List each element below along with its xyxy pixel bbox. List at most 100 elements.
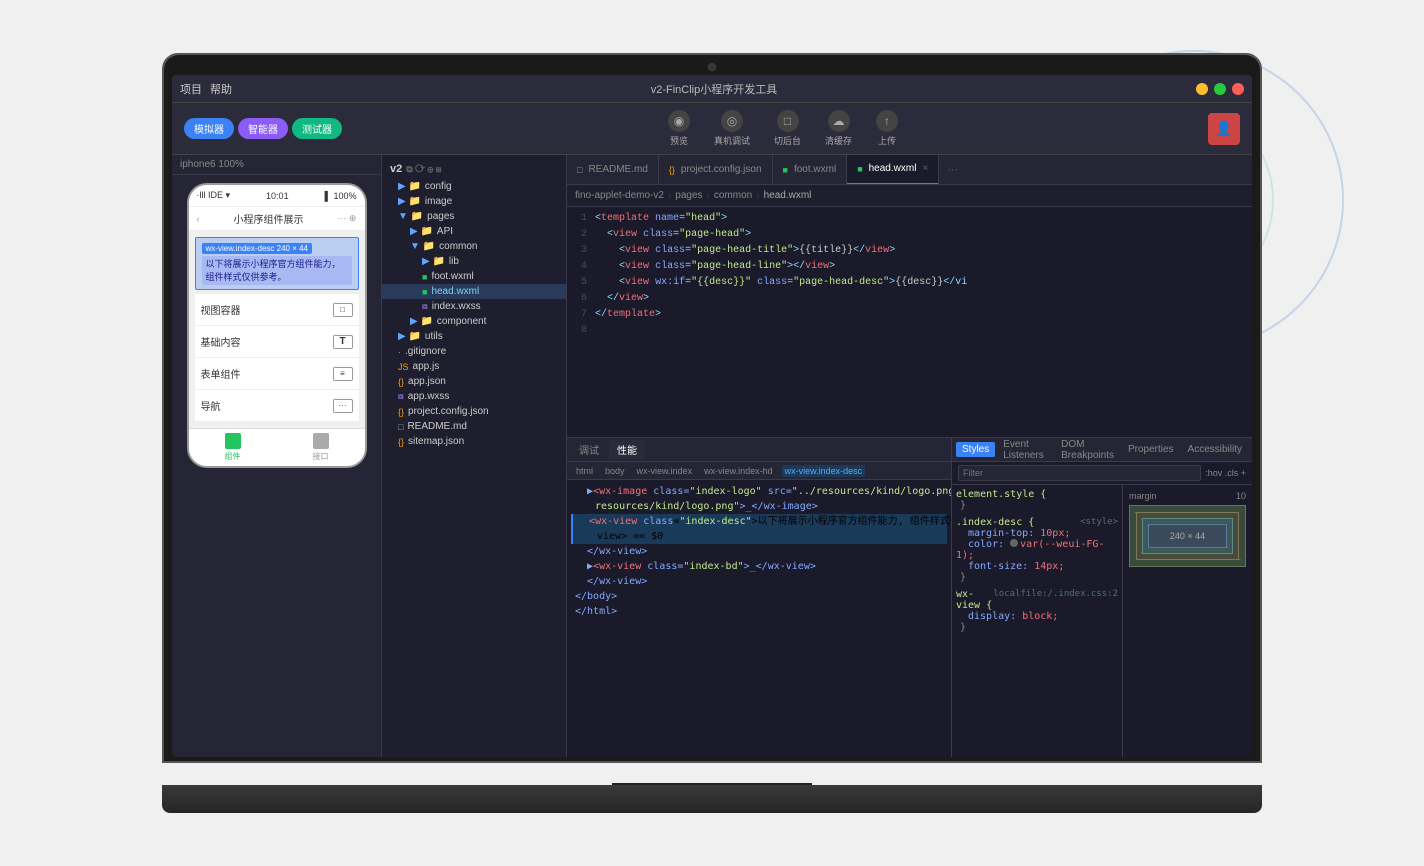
line-content-1: <template name="head"> — [595, 211, 727, 227]
toolbar-background[interactable]: □ 切后台 — [766, 106, 809, 151]
tree-readme[interactable]: □ README.md — [382, 419, 566, 434]
box-content-area: 240 × 44 — [1148, 524, 1227, 548]
mode-smart[interactable]: 智能器 — [238, 118, 288, 139]
html-line-3: <wx-view class="index-desc">以下将展示小程序官方组件… — [571, 514, 947, 529]
laptop-base — [162, 785, 1262, 813]
tree-component[interactable]: ▶ 📁 component — [382, 314, 566, 329]
list-item-4[interactable]: 导航 ··· — [195, 390, 359, 422]
webcam — [708, 63, 716, 71]
phone-tabs: 组件 接口 — [189, 428, 365, 466]
tab-readme[interactable]: □ README.md — [567, 155, 659, 185]
styles-tab-accessibility[interactable]: Accessibility — [1182, 442, 1248, 457]
style-rule-header: .index-desc { <style> — [956, 517, 1118, 528]
style-selector-wx-view: wx-view { — [956, 589, 993, 611]
tree-gitignore[interactable]: · .gitignore — [382, 344, 566, 359]
tree-pages[interactable]: ▼ 📁 pages — [382, 209, 566, 224]
tab-more[interactable]: ··· — [939, 164, 966, 176]
toolbar-upload[interactable]: ↑ 上传 — [868, 106, 906, 151]
code-editor[interactable]: 1 <template name="head"> 2 <view class="… — [567, 207, 1252, 437]
toolbar-preview[interactable]: ◉ 预览 — [660, 106, 698, 151]
window-close[interactable] — [1232, 83, 1244, 95]
path-html[interactable]: html — [573, 465, 596, 477]
tab-project-config[interactable]: {} project.config.json — [659, 155, 773, 185]
folder-icon-api: ▶ 📁 — [410, 226, 433, 237]
line-num-5: 5 — [567, 275, 595, 291]
breadcrumb-sep-1: › — [668, 190, 671, 201]
styles-tab-properties[interactable]: Properties — [1122, 442, 1180, 457]
wxss-icon-index: ⧇ — [422, 301, 428, 312]
tree-api[interactable]: ▶ 📁 API — [382, 224, 566, 239]
devtools-styles: Styles Event Listeners DOM Breakpoints P… — [952, 438, 1252, 757]
tree-app-wxss[interactable]: ⧇ app.wxss — [382, 389, 566, 404]
tree-sitemap[interactable]: {} sitemap.json — [382, 434, 566, 449]
list-item-1[interactable]: 视图容器 □ — [195, 294, 359, 326]
prop-display: display: — [956, 611, 1016, 622]
path-body[interactable]: body — [602, 465, 628, 477]
dt-tab-elements[interactable]: 调试 — [571, 440, 607, 459]
editor-area: □ README.md {} project.config.json ■ foo… — [567, 155, 1252, 757]
toolbar-clear-cache[interactable]: ☁ 清缓存 — [817, 106, 860, 151]
tree-utils[interactable]: ▶ 📁 utils — [382, 329, 566, 344]
list-item-label-2: 基础内容 — [201, 334, 241, 349]
tree-component-label: component — [437, 316, 486, 327]
style-prop-display: display: block; — [956, 611, 1118, 622]
list-item-2[interactable]: 基础内容 T — [195, 326, 359, 358]
phone-actions: ··· ⊕ — [337, 213, 356, 224]
tab-head-wxml[interactable]: ■ head.wxml × — [847, 155, 939, 185]
folder-icon-lib: ▶ 📁 — [422, 256, 445, 267]
tree-lib[interactable]: ▶ 📁 lib — [382, 254, 566, 269]
line-num-1: 1 — [567, 211, 595, 227]
padding-bottom-label: - — [1225, 542, 1228, 551]
tree-sitemap-label: sitemap.json — [408, 436, 464, 447]
box-border-outer: - - 240 × 44 - - — [1136, 512, 1239, 560]
path-wx-view-hd[interactable]: wx-view.index-hd — [701, 465, 776, 477]
window-minimize[interactable] — [1196, 83, 1208, 95]
mode-simulator[interactable]: 模拟器 — [184, 118, 234, 139]
tree-app-js[interactable]: JS app.js — [382, 359, 566, 374]
menu-project[interactable]: 项目 — [180, 81, 202, 97]
style-rule-element: element.style { } — [956, 489, 1118, 511]
menu-help[interactable]: 帮助 — [210, 81, 232, 97]
file-tree-root: v2 — [390, 163, 402, 175]
tree-app-json[interactable]: {} app.json — [382, 374, 566, 389]
devtools-content: ▶<wx-image class="index-logo" src="../re… — [567, 480, 951, 757]
path-wx-view-index[interactable]: wx-view.index — [634, 465, 696, 477]
style-source-localfile[interactable]: localfile:/.index.css:2 — [993, 589, 1118, 611]
box-model: margin 10 - - - — [1122, 485, 1252, 757]
style-rule-wx-view: wx-view { localfile:/.index.css:2 displa… — [956, 589, 1118, 633]
toolbar-device-debug[interactable]: ◎ 真机调试 — [706, 106, 758, 151]
user-avatar[interactable]: 👤 — [1208, 113, 1240, 145]
styles-tab-styles[interactable]: Styles — [956, 442, 995, 457]
code-line-5: 5 <view wx:if="{{desc}}" class="page-hea… — [567, 275, 1252, 291]
battery-indicator: ▌ 100% — [325, 191, 357, 201]
mode-test[interactable]: 测试器 — [292, 118, 342, 139]
dt-tab-inspect[interactable]: 性能 — [609, 440, 645, 459]
tree-foot-wxml[interactable]: ■ foot.wxml — [382, 269, 566, 284]
phone-content: wx-view.index-desc 240 × 44 以下将展示小程序官方组件… — [189, 231, 365, 428]
phone-tab-interface[interactable]: 接口 — [277, 433, 365, 462]
styles-filter-input[interactable] — [958, 465, 1201, 481]
pseudo-class-toggle[interactable]: :hov .cls + — [1205, 468, 1246, 478]
margin-value: 10 — [1236, 491, 1246, 501]
phone-tab-components[interactable]: 组件 — [189, 433, 277, 462]
path-wx-view-desc[interactable]: wx-view.index-desc — [782, 465, 866, 477]
tree-image[interactable]: ▶ 📁 image — [382, 194, 566, 209]
list-item-3[interactable]: 表单组件 ≡ — [195, 358, 359, 390]
phone-title-bar: ‹ 小程序组件展示 ··· ⊕ — [189, 207, 365, 231]
window-maximize[interactable] — [1214, 83, 1226, 95]
code-line-4: 4 <view class="page-head-line"></view> — [567, 259, 1252, 275]
tree-head-wxml[interactable]: ■ head.wxml — [382, 284, 566, 299]
tree-project-config[interactable]: {} project.config.json — [382, 404, 566, 419]
txt-icon-readme: □ — [398, 422, 403, 432]
json-icon-sitemap: {} — [398, 437, 404, 447]
styles-tab-breakpoints[interactable]: DOM Breakpoints — [1055, 437, 1120, 463]
folder-icon-image: ▶ 📁 — [398, 196, 421, 207]
tree-index-wxss[interactable]: ⧇ index.wxss — [382, 299, 566, 314]
interface-tab-label: 接口 — [313, 451, 329, 462]
tree-utils-label: utils — [425, 331, 443, 342]
tree-config[interactable]: ▶ 📁 config — [382, 179, 566, 194]
tree-common[interactable]: ▼ 📁 common — [382, 239, 566, 254]
tab-foot-wxml[interactable]: ■ foot.wxml — [773, 155, 848, 185]
tab-close-head[interactable]: × — [922, 163, 928, 174]
styles-tab-listeners[interactable]: Event Listeners — [997, 437, 1053, 463]
